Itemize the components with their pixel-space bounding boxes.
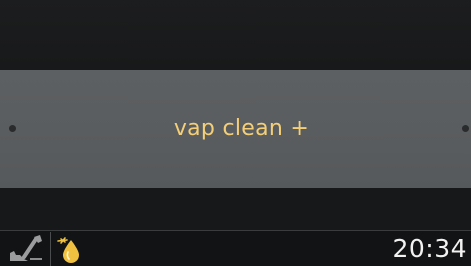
bottom-area bbox=[0, 188, 471, 230]
oil-drop-icon bbox=[57, 237, 79, 263]
maintenance-brush-icon bbox=[10, 235, 42, 261]
clock-display: 20:34 bbox=[392, 234, 467, 263]
menu-selection-band[interactable]: vap clean + bbox=[0, 70, 471, 188]
status-divider bbox=[50, 232, 51, 266]
cluster-display: vap clean + 20:34 bbox=[0, 0, 471, 266]
menu-item-label: vap clean + bbox=[173, 115, 310, 141]
scroll-right-indicator bbox=[462, 125, 469, 132]
top-area bbox=[0, 0, 471, 70]
scroll-left-indicator bbox=[9, 125, 16, 132]
